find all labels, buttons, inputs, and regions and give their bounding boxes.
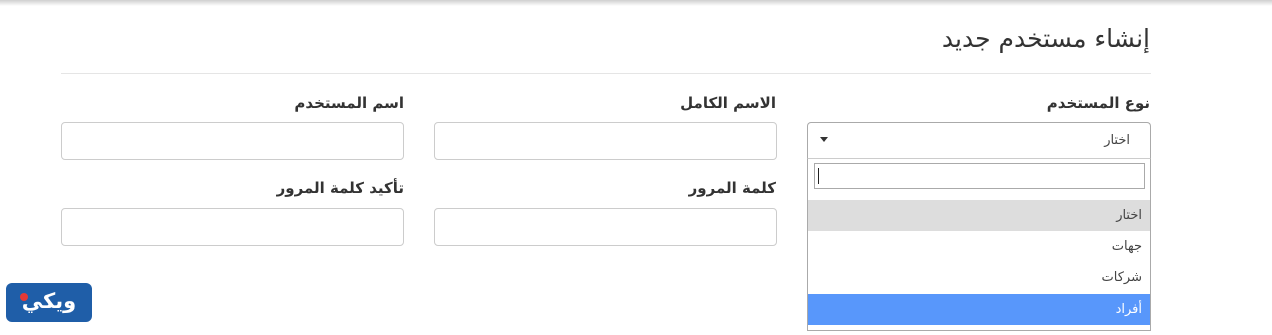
title-divider	[61, 73, 1151, 74]
username-label: اسم المستخدم	[294, 94, 404, 112]
user-type-label: نوع المستخدم	[1046, 94, 1150, 112]
page-title: إنشاء مستخدم جديد	[941, 24, 1150, 53]
user-type-dropdown: اختار جهات شركات أفراد	[807, 159, 1151, 331]
confirm-password-label: تأكيد كلمة المرور	[276, 179, 404, 197]
option-companies[interactable]: شركات	[808, 262, 1150, 293]
wikee-logo: ويكي	[6, 283, 92, 322]
password-label: كلمة المرور	[688, 179, 776, 197]
username-input[interactable]	[61, 122, 404, 160]
full-name-input[interactable]	[434, 122, 777, 160]
option-individuals[interactable]: أفراد	[808, 294, 1150, 325]
text-caret	[818, 168, 819, 184]
user-type-select[interactable]: اختار	[807, 122, 1151, 159]
top-shadow	[0, 0, 1272, 6]
full-name-label: الاسم الكامل	[680, 94, 776, 112]
logo-dot	[20, 293, 28, 301]
confirm-password-input[interactable]	[61, 208, 404, 246]
password-input[interactable]	[434, 208, 777, 246]
option-entities[interactable]: جهات	[808, 231, 1150, 262]
option-choose[interactable]: اختار	[808, 200, 1150, 231]
chevron-down-icon[interactable]	[820, 137, 828, 142]
logo-text: ويكي	[21, 289, 77, 313]
user-type-selected-value: اختار	[1104, 133, 1130, 148]
dropdown-search-input[interactable]	[814, 163, 1145, 189]
